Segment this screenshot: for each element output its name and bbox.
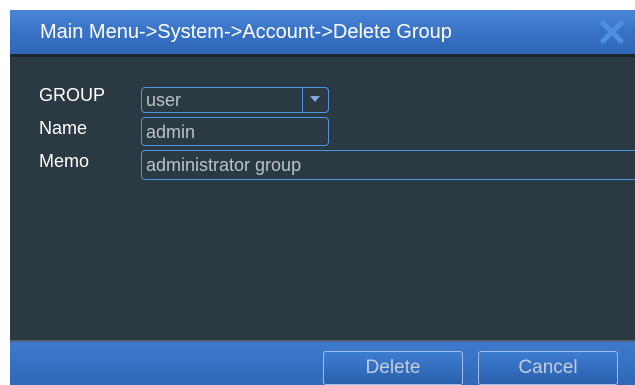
- title-bar[interactable]: Main Menu->System->Account->Delete Group: [10, 10, 635, 54]
- group-label: GROUP: [39, 85, 106, 105]
- memo-field-value: administrator group: [146, 155, 302, 175]
- name-field[interactable]: admin: [141, 117, 329, 146]
- name-label: Name: [39, 118, 88, 138]
- chevron-down-icon: [310, 96, 320, 102]
- name-field-value: admin: [146, 122, 196, 142]
- cancel-button[interactable]: Cancel: [478, 351, 618, 385]
- form-panel: GROUP user Name admin Memo administrator…: [10, 54, 635, 340]
- close-button[interactable]: [598, 18, 626, 46]
- footer-bar: Delete Cancel: [10, 340, 635, 385]
- delete-group-dialog: Main Menu->System->Account->Delete Group…: [10, 10, 635, 385]
- close-icon: [600, 20, 624, 44]
- group-dropdown-button[interactable]: [302, 88, 328, 112]
- delete-button[interactable]: Delete: [323, 351, 463, 385]
- group-select[interactable]: user: [141, 87, 329, 113]
- dialog-title: Main Menu->System->Account->Delete Group: [40, 21, 452, 43]
- memo-label: Memo: [39, 151, 90, 171]
- group-select-value: user: [146, 90, 182, 110]
- memo-field[interactable]: administrator group: [141, 150, 635, 180]
